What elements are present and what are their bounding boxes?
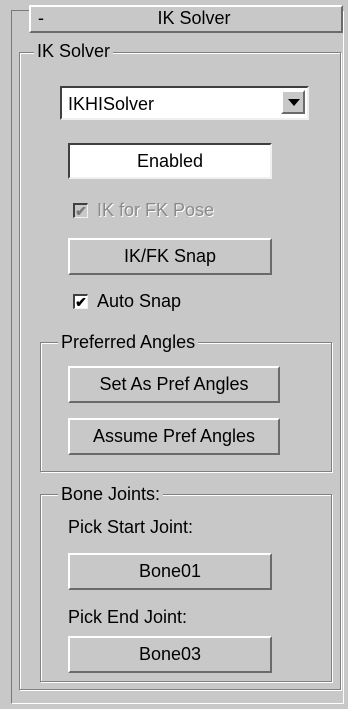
- assume-pref-angles-button[interactable]: Assume Pref Angles: [68, 418, 280, 455]
- ik-solver-group-label: IK Solver: [34, 42, 114, 60]
- ik-for-fk-pose-checkbox[interactable]: ✔: [73, 202, 88, 218]
- bone-joints-group-label: Bone Joints:: [58, 485, 164, 503]
- rollout-title[interactable]: IK Solver: [0, 9, 348, 27]
- pick-start-joint-label: Pick Start Joint:: [68, 517, 194, 537]
- auto-snap-row[interactable]: ✔ Auto Snap: [73, 292, 181, 310]
- auto-snap-label: Auto Snap: [97, 291, 182, 311]
- chevron-down-icon[interactable]: [281, 90, 305, 114]
- auto-snap-checkbox[interactable]: ✔: [73, 293, 88, 309]
- start-joint-button[interactable]: Bone01: [68, 553, 272, 590]
- solver-dropdown[interactable]: IKHISolver: [60, 86, 309, 120]
- set-as-pref-angles-button[interactable]: Set As Pref Angles: [68, 366, 280, 403]
- enabled-field[interactable]: Enabled: [68, 143, 272, 179]
- solver-dropdown-value: IKHISolver: [68, 94, 155, 114]
- ik-for-fk-pose-label: IK for FK Pose: [97, 200, 215, 220]
- ik-for-fk-pose-row[interactable]: ✔ IK for FK Pose: [73, 201, 214, 219]
- preferred-angles-group-label: Preferred Angles: [58, 333, 199, 351]
- pick-end-joint-label: Pick End Joint:: [68, 607, 188, 627]
- end-joint-button[interactable]: Bone03: [68, 636, 272, 673]
- ik-fk-snap-button[interactable]: IK/FK Snap: [68, 238, 272, 275]
